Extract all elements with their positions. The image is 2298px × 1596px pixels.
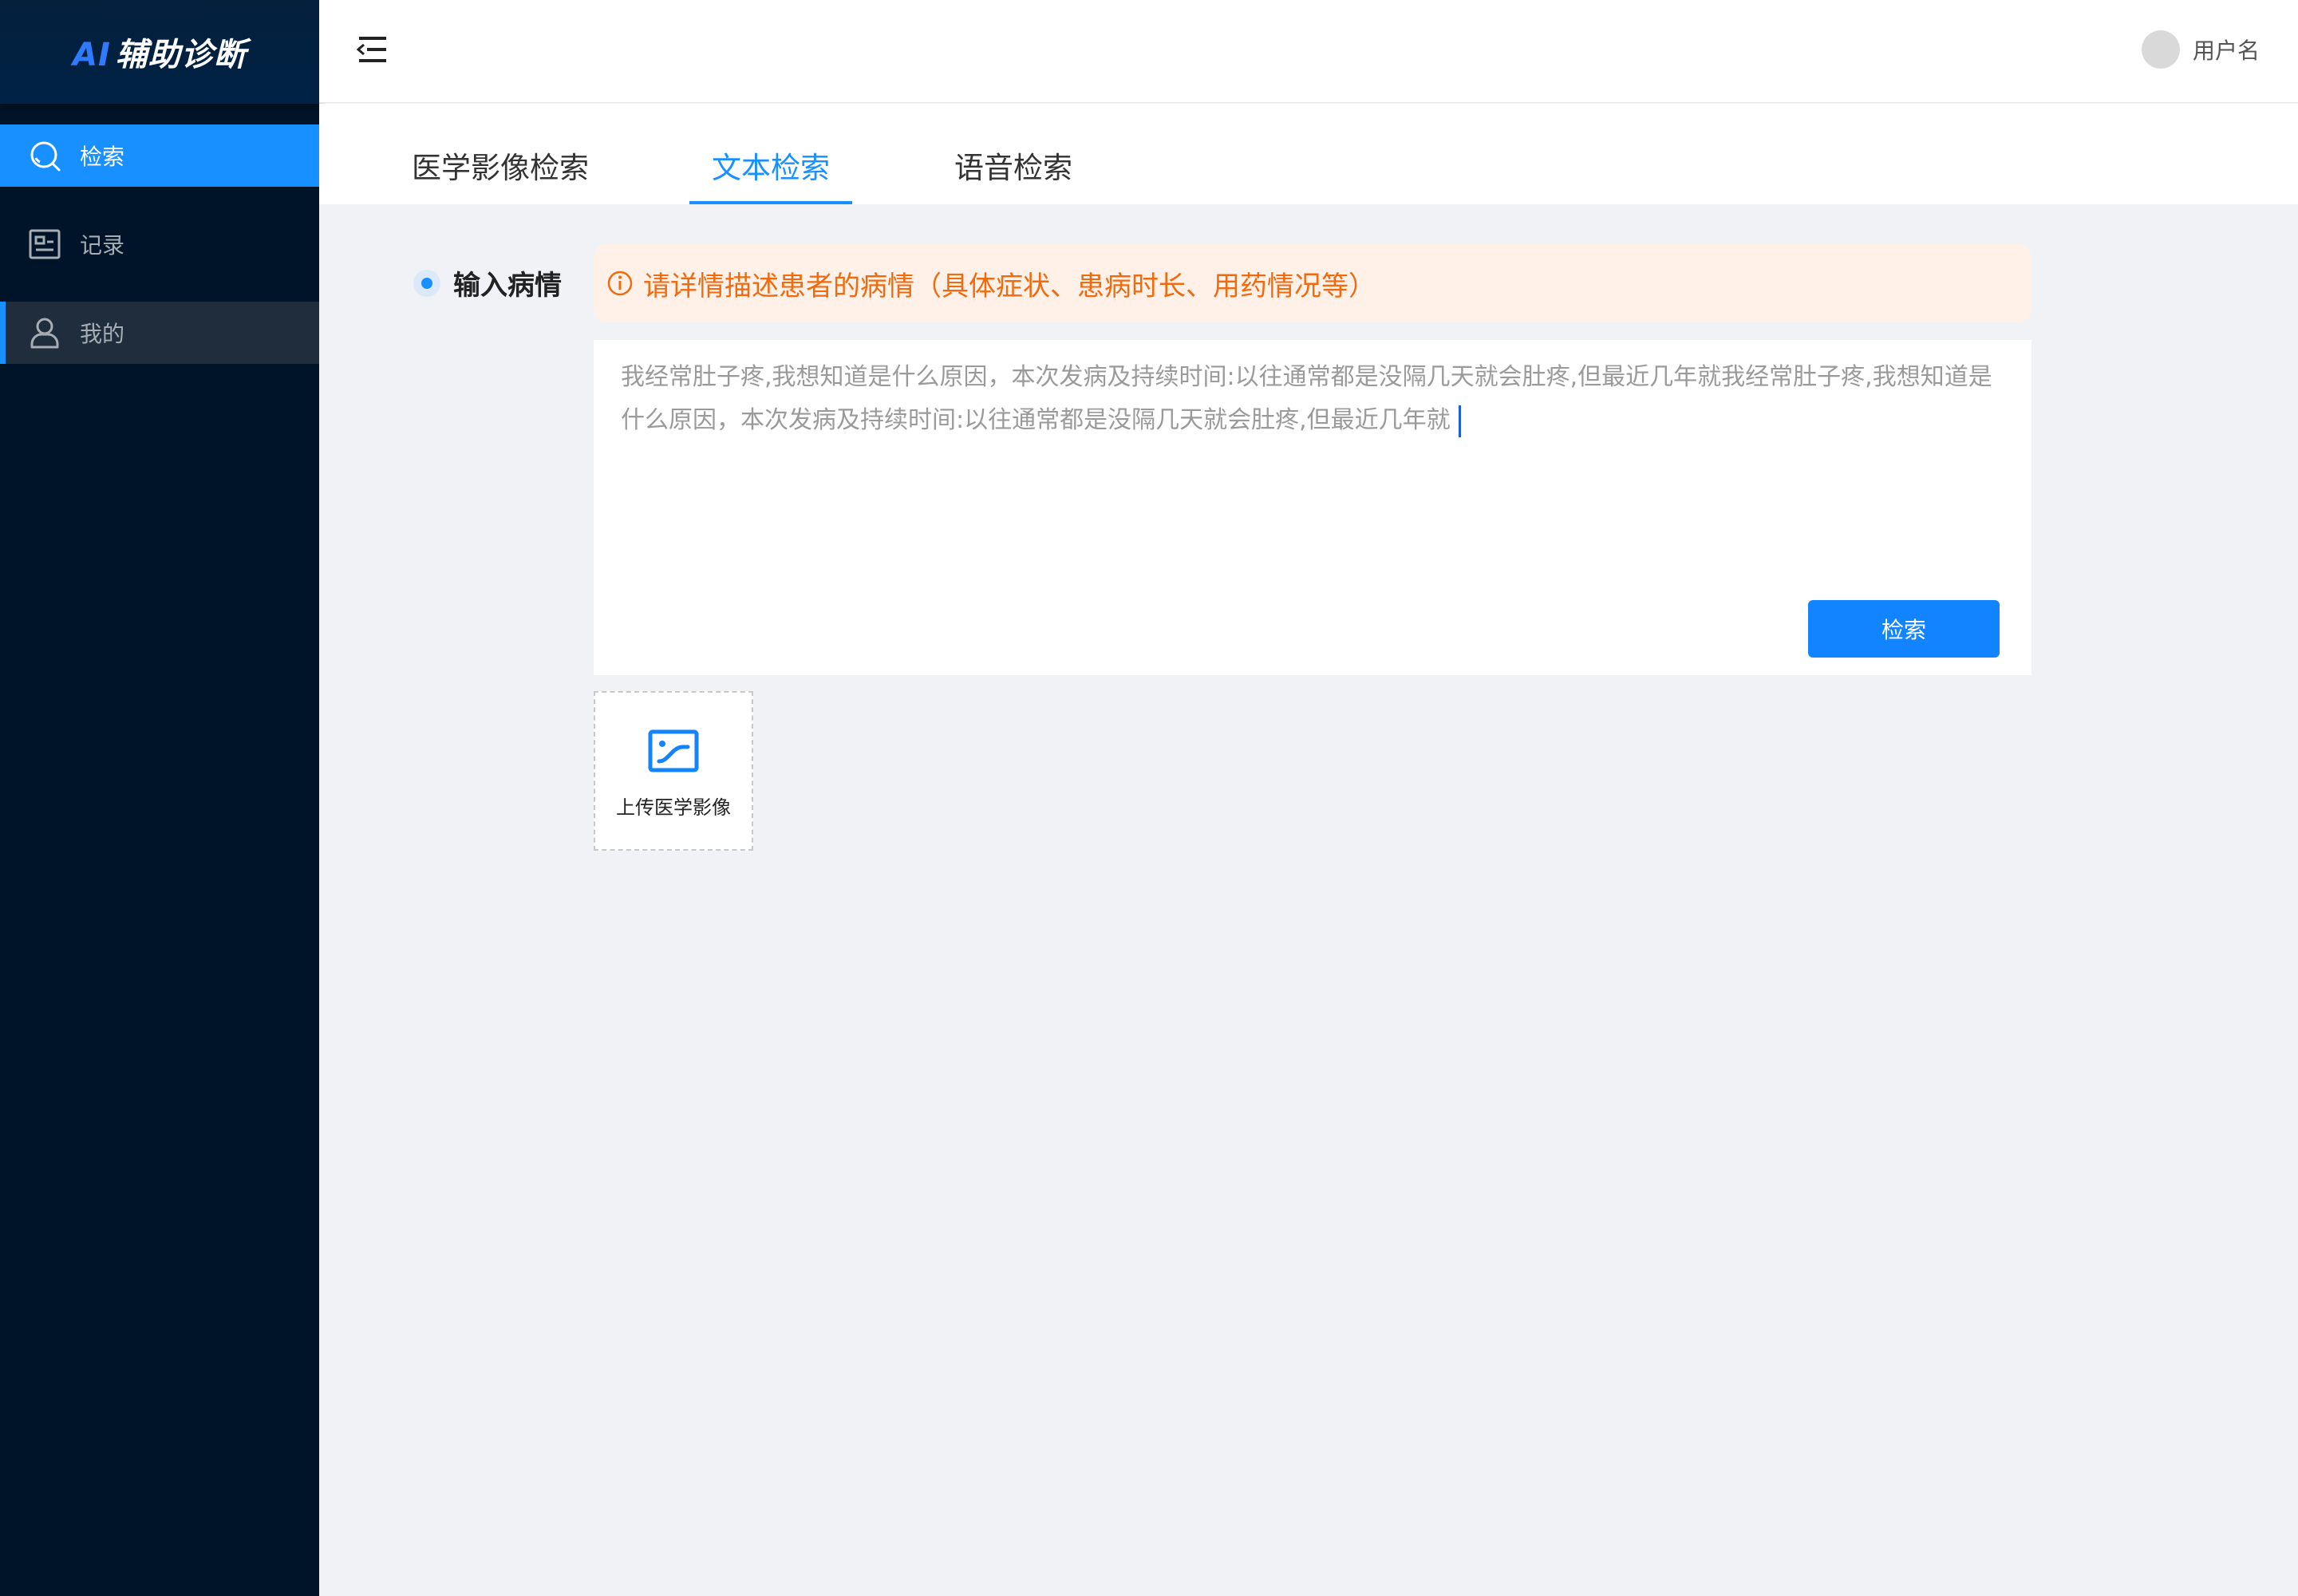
menu-fold-icon[interactable]: [354, 32, 389, 67]
logo-title: 辅助诊断: [115, 37, 247, 73]
search-icon: [27, 138, 62, 173]
bullet-dot-icon: [413, 269, 440, 297]
section-label-text: 输入病情: [453, 270, 562, 302]
avatar[interactable]: [2141, 30, 2180, 69]
upload-label: 上传医学影像: [616, 796, 731, 819]
sidebar-item-record[interactable]: 记录: [0, 213, 319, 275]
info-circle-icon: [607, 271, 633, 296]
sidebar-item-search[interactable]: 检索: [0, 124, 319, 187]
app-logo: AI 辅助诊断: [0, 0, 319, 104]
textarea-text: 我经常肚子疼,我想知道是什么原因，本次发病及持续时间:以往通常都是没隔几天就会肚…: [621, 363, 1992, 434]
hint-text: 请详情描述患者的病情（具体症状、患病时长、用药情况等）: [643, 270, 1376, 302]
search-button[interactable]: 检索: [1808, 600, 2000, 658]
sidebar-item-label: 记录: [80, 232, 125, 259]
sidebar-item-mine[interactable]: 我的: [0, 302, 319, 364]
sidebar-item-label: 检索: [80, 144, 125, 170]
textarea-value[interactable]: 我经常肚子疼,我想知道是什么原因，本次发病及持续时间:以往通常都是没隔几天就会肚…: [621, 356, 1993, 442]
condition-textarea[interactable]: 我经常肚子疼,我想知道是什么原因，本次发病及持续时间:以往通常都是没隔几天就会肚…: [594, 340, 2031, 675]
record-icon: [27, 227, 62, 262]
section-label: 输入病情: [413, 263, 562, 302]
image-icon: [648, 729, 699, 772]
search-tabs: 医学影像检索 文本检索 语音检索: [319, 104, 2298, 204]
hint-banner: 请详情描述患者的病情（具体症状、患病时长、用药情况等）: [594, 244, 2031, 322]
sidebar-item-label: 我的: [80, 321, 125, 347]
user-icon: [27, 315, 62, 350]
tab-voice-search[interactable]: 语音检索: [932, 144, 1095, 204]
sidebar: AI 辅助诊断 检索 记录 我的: [0, 0, 319, 1596]
text-caret: [1458, 405, 1461, 437]
top-header: 用户名: [319, 0, 2298, 103]
logo-text: AI 辅助诊断: [73, 29, 247, 75]
sidebar-menu: 检索 记录 我的: [0, 124, 319, 364]
username: 用户名: [2192, 38, 2260, 64]
user-menu[interactable]: 用户名: [2141, 30, 2260, 69]
upload-medical-image-button[interactable]: 上传医学影像: [594, 691, 753, 851]
tab-medical-image-search[interactable]: 医学影像检索: [389, 144, 611, 204]
logo-ai-prefix: AI: [73, 37, 111, 73]
tab-text-search[interactable]: 文本检索: [689, 144, 852, 204]
